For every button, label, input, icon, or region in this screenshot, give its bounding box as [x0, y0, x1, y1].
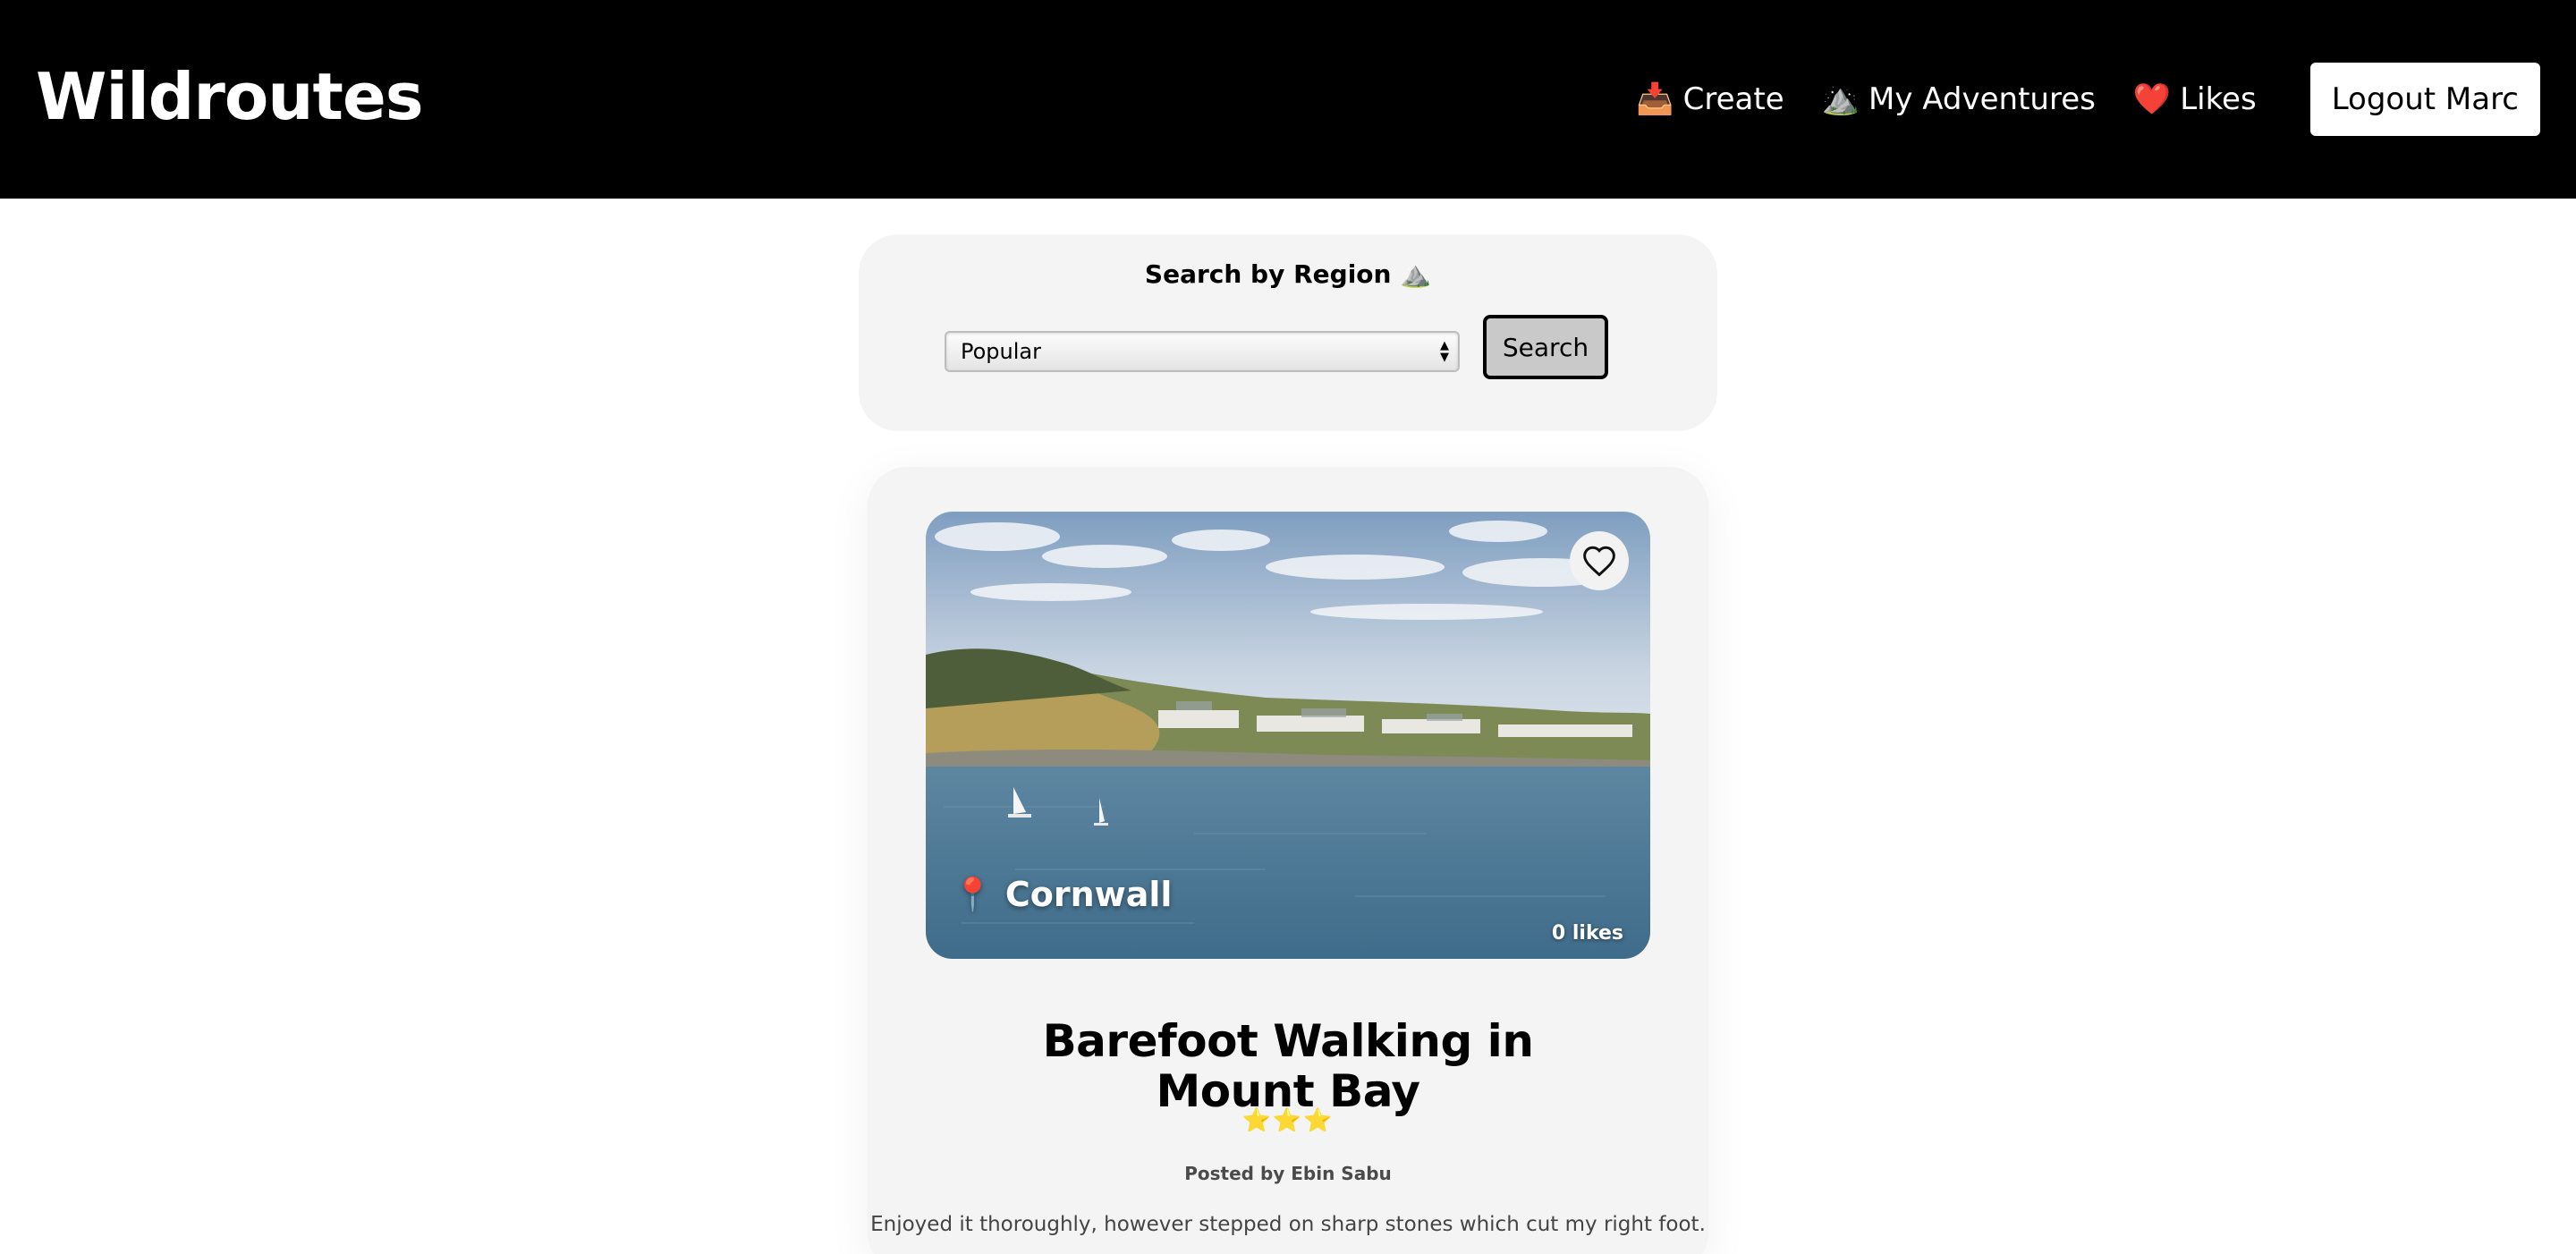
nav-my-adventures-link[interactable]: ⛰️ My Adventures: [1822, 81, 2096, 117]
search-button[interactable]: Search: [1483, 315, 1608, 379]
heart-outline-icon: [1583, 546, 1615, 577]
logout-button[interactable]: Logout Marc: [2309, 63, 2540, 136]
region-tag: 📍 Cornwall: [953, 875, 1172, 914]
select-arrows-icon: ▲ ▼: [1440, 339, 1449, 364]
star-rating: ⭐⭐⭐: [1241, 1107, 1335, 1134]
nav-likes-label: Likes: [2180, 81, 2257, 117]
mountain-icon: ⛰️: [1821, 81, 1860, 117]
nav-links: 📥 Create ⛰️ My Adventures ❤️ Likes Logou…: [1636, 63, 2540, 136]
nav-create-link[interactable]: 📥 Create: [1636, 81, 1784, 117]
posted-by: Posted by Ebin Sabu: [1184, 1163, 1392, 1184]
region-select[interactable]: Popular ▲ ▼: [945, 331, 1460, 372]
nav-create-label: Create: [1682, 81, 1784, 117]
nav-my-adventures-label: My Adventures: [1868, 81, 2096, 117]
likes-count: 0 likes: [1551, 922, 1623, 945]
page: Wildroutes 📥 Create ⛰️ My Adventures ❤️ …: [0, 0, 2576, 1254]
map-pin-icon: 📍: [953, 877, 993, 913]
top-navbar: Wildroutes 📥 Create ⛰️ My Adventures ❤️ …: [0, 0, 2576, 199]
brand-logo[interactable]: Wildroutes: [36, 59, 424, 134]
review-text: Enjoyed it thoroughly, however stepped o…: [870, 1213, 1706, 1236]
search-panel: Search by Region ⛰️ Popular ▲ ▼ Search: [859, 234, 1717, 431]
region-name: Cornwall: [1004, 875, 1173, 914]
like-toggle-button[interactable]: [1570, 531, 1629, 590]
search-title: Search by Region ⛰️: [1144, 259, 1432, 289]
nav-likes-link[interactable]: ❤️ Likes: [2133, 81, 2257, 117]
region-select-value: Popular: [961, 339, 1041, 364]
inbox-tray-icon: 📥: [1636, 81, 1674, 117]
heart-icon: ❤️: [2132, 81, 2172, 117]
adventure-photo[interactable]: 📍 Cornwall 0 likes: [926, 512, 1650, 959]
adventure-card[interactable]: 📍 Cornwall 0 likes Barefoot Walking in M…: [868, 467, 1708, 1254]
adventure-title[interactable]: Barefoot Walking in Mount Bay: [975, 1016, 1601, 1116]
